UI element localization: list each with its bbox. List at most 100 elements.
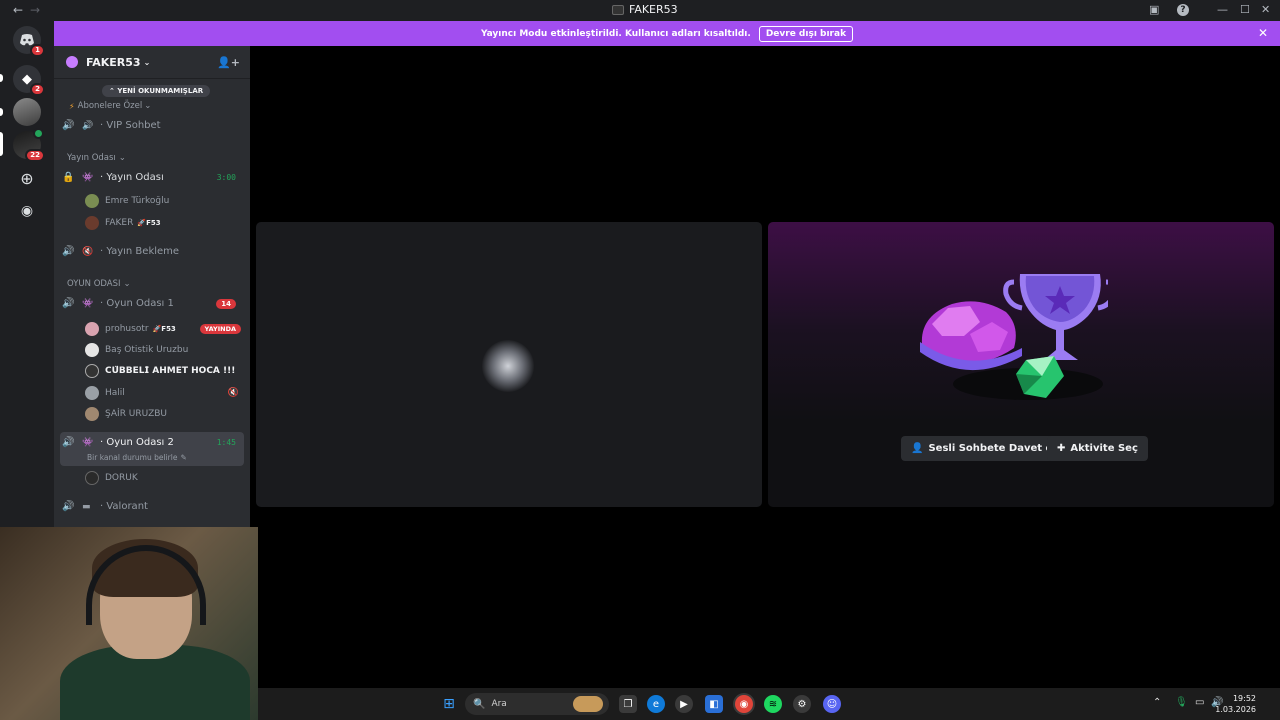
close-icon[interactable]: ✕ [1258,26,1268,40]
server-2-icon[interactable]: ◆ 2 [13,65,45,96]
voice-user[interactable]: DORUK [85,471,245,485]
server-logo-icon [612,4,624,15]
voice-channel-oyun-2[interactable]: 🔊 👾 · Oyun Odası 2 1:45 [62,437,244,448]
chevron-up-icon[interactable]: ⌃ [1153,697,1161,708]
unread-pill [0,74,3,82]
back-arrow-icon[interactable]: ← [13,3,23,17]
voice-channel-vip[interactable]: 🔊 🔊 · VIP Sohbet [62,120,244,131]
user-count-badge: 14 [216,298,236,309]
server-4-icon[interactable]: 22 [13,128,45,162]
voice-channel-yayin[interactable]: 🔒 👾 · Yayın Odası 3:00 [62,172,244,183]
speaker-icon: 🔊 [62,437,75,448]
avatar [85,322,99,336]
media-player-icon[interactable]: ▶ [675,695,693,713]
close-window-icon[interactable]: ✕ [1261,3,1270,16]
invite-people-icon[interactable]: 👤+ [217,56,240,69]
edge-icon[interactable]: e [647,695,665,713]
help-icon[interactable]: ? [1177,4,1189,16]
store-icon[interactable]: ◧ [705,695,723,713]
avatar [85,386,99,400]
task-view-icon[interactable]: ❐ [619,695,637,713]
mention-badge: 22 [25,149,45,162]
spotify-icon[interactable]: ≋ [764,695,782,713]
unread-pill [0,108,3,116]
guild-name: FAKER53 [86,55,141,69]
server-list: 1 ◆ 2 22 ⊕ ◉ [0,21,54,527]
mention-badge: 2 [30,83,45,96]
voice-user[interactable]: Halil 🔇 [85,386,245,400]
guild-icon [66,56,78,68]
chrome-icon[interactable]: ◉ [735,695,753,713]
chevron-down-icon: ⌄ [144,101,152,111]
category-yayin[interactable]: Yayın Odası ⌄ [67,153,249,163]
add-server-icon[interactable]: ⊕ [13,164,41,192]
speaker-icon: 🔊 [62,246,75,257]
avatar [85,216,99,230]
windows-start-icon[interactable]: ⊞ [440,695,458,713]
avatar [482,340,534,392]
webcam-overlay [0,527,258,720]
guild-header[interactable]: FAKER53 ⌄ 👤+ [54,46,250,79]
taskbar: ⊞ 🔍 Ara ❐ e ▶ ◧ ◉ ≋ ⚙ ☺ ⌃ 🎙 ▭ 🔊 19:52 1.… [258,688,1280,720]
new-unreads-pill[interactable]: ⌃ YENİ OKUNMAMIŞLAR [102,85,211,97]
avatar [85,364,99,378]
muted-speaker-icon: 🔇 [82,246,94,257]
network-icon[interactable]: ▭ [1195,697,1204,708]
window-title: FAKER53 [612,3,678,16]
chevron-up-icon: ⌃ [109,87,115,95]
voice-active-icon [33,128,44,139]
steam-icon[interactable]: ⚙ [793,695,811,713]
add-user-icon: 👤 [911,443,924,454]
voice-user[interactable]: FAKER 🚀F53 [85,216,245,230]
voice-channel-oyun-1[interactable]: 🔊 👾 · Oyun Odası 1 14 [62,298,244,309]
chevron-down-icon: ⌄ [143,57,151,67]
avatar [85,194,99,208]
channel-emoji-icon: 👾 [82,172,94,183]
voice-user[interactable]: Emre Türkoğlu [85,194,245,208]
lightning-icon: ⚡ [69,101,75,111]
pencil-icon: ✎ [180,453,187,462]
inbox-icon[interactable]: ▣ [1149,3,1159,16]
voice-user[interactable]: ŞAİR URUZBU [85,407,245,421]
user-video-tile[interactable] [256,222,762,507]
disable-streamer-mode-button[interactable]: Devre dışı bırak [758,25,854,42]
channel-status[interactable]: Bir kanal durumu belirle ✎ [87,453,250,462]
speaker-icon: 🔊 [62,298,75,309]
server-3-icon[interactable] [13,98,41,126]
voice-user[interactable]: prohusotr 🚀F53 YAYINDA [85,322,245,336]
voice-channel-bekleme[interactable]: 🔊 🔇 · Yayın Bekleme [62,246,244,257]
search-placeholder: Ara [491,699,507,709]
choose-activity-button[interactable]: ✚ Aktivite Seç [1047,436,1148,461]
flag-icon: ▬ [82,501,91,512]
voice-channel-valorant[interactable]: 🔊 ▬ · Valorant [62,501,244,512]
explore-icon[interactable]: ◉ [13,197,41,225]
search-box[interactable]: 🔍 Ara [465,693,609,715]
channel-emoji-icon: 👾 [82,437,94,448]
activity-grid-icon: ✚ [1057,443,1066,454]
discord-taskbar-icon[interactable]: ☺ [823,695,841,713]
server-tag: 🚀F53 [137,219,161,227]
category-subscriber[interactable]: ⚡ Abonelere Özel ⌄ [69,101,250,111]
forward-arrow-icon[interactable]: → [30,3,40,17]
title-bar: ← → FAKER53 ▣ ? — ☐ ✕ [0,0,1280,21]
maximize-icon[interactable]: ☐ [1240,3,1250,16]
channel-emoji-icon: 👾 [82,298,94,309]
invite-voice-button[interactable]: 👤 Sesli Sohbete Davet et [901,436,1068,461]
search-icon: 🔍 [473,698,486,710]
speaker-emoji-icon: 🔊 [82,120,94,131]
voice-user[interactable]: 𝗖𝗨̈𝗕𝗕𝗘𝗟𝗜̇ 𝗔𝗛𝗠𝗘𝗧 𝗛𝗢𝗖𝗔 !!! [85,364,245,378]
clock[interactable]: 19:52 1.03.2026 [1215,693,1256,715]
minimize-icon[interactable]: — [1217,3,1228,16]
voice-user[interactable]: Baş Otistik Uruzbu [85,343,245,357]
lock-icon: 🔒 [62,172,75,183]
avatar [85,471,99,485]
microphone-icon[interactable]: 🎙 [1175,697,1188,708]
avatar [85,407,99,421]
channel-timer: 3:00 [216,173,236,182]
discord-home-icon[interactable]: 1 [13,26,45,57]
mention-badge: 1 [30,44,45,57]
server-tag: 🚀F53 [152,325,176,333]
trophy-illustration-icon [920,274,1108,400]
category-oyun[interactable]: OYUN ODASI ⌄ [67,279,249,289]
channel-timer: 1:45 [216,438,236,447]
